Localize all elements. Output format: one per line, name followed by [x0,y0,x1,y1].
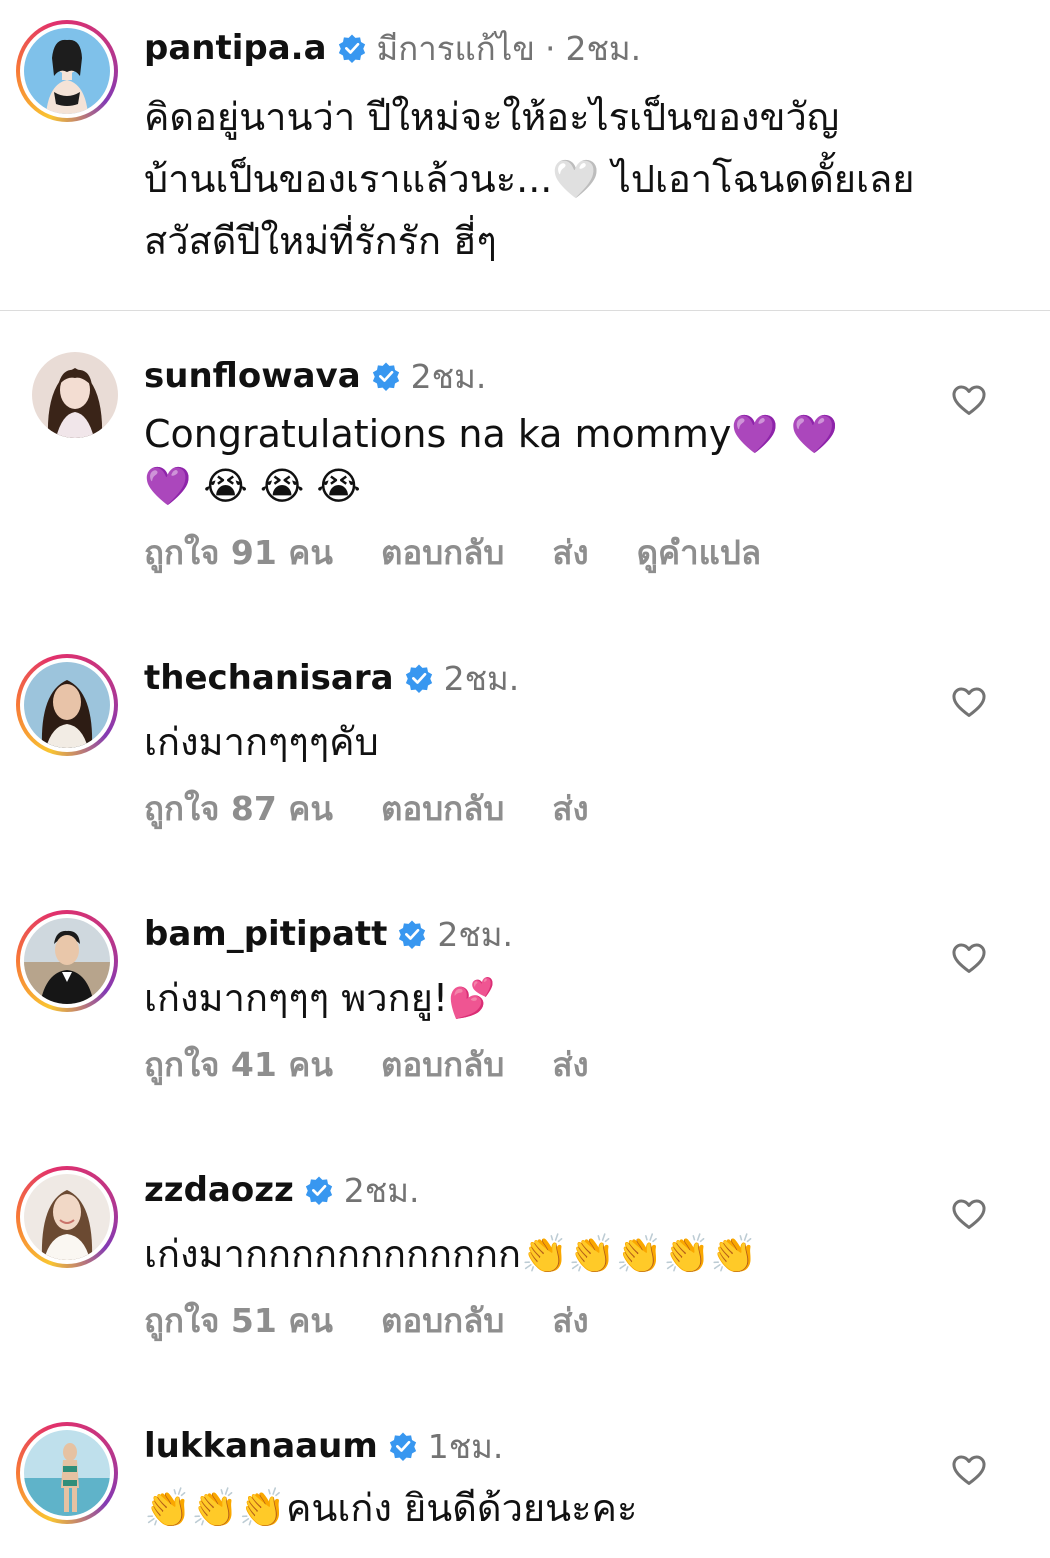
divider [0,310,1050,311]
verified-badge-icon [405,664,432,693]
comment-header: zzdaozz 2ชม. [144,1168,419,1212]
send-button[interactable]: ส่ง [552,782,588,835]
avatar[interactable] [24,662,110,748]
caption-line: คิดอยู่นานว่า ปีใหม่จะให้อะไรเป็นของขวัญ [144,95,840,139]
heart-outline-icon[interactable] [950,939,988,977]
verified-badge-icon [338,34,365,63]
meta-separator: · [544,28,556,68]
see-translation-button[interactable]: ดูคำแปล [637,526,761,579]
comment-actions: ถูกใจ 91 คน ตอบกลับ ส่ง ดูคำแปล [144,530,809,574]
avatar[interactable] [24,1430,110,1516]
heart-outline-icon[interactable] [950,1451,988,1489]
comment-header: thechanisara 2ชม. [144,656,519,700]
avatar[interactable] [24,918,110,1004]
likes-count[interactable]: ถูกใจ 91 คน [144,526,333,579]
comment-text: เก่งมากกกกกกกกกกกก👏👏👏👏👏 [144,1232,758,1276]
heart-outline-icon[interactable] [950,683,988,721]
reply-button[interactable]: ตอบกลับ [381,1294,504,1347]
caption-time: 2ชม. [565,28,642,68]
avatar-story-ring[interactable] [16,1166,118,1268]
comment-text: เก่งมากๆๆๆ พวกยู!💕 [144,976,496,1020]
likes-count[interactable]: ถูกใจ 51 คน [144,1294,333,1347]
comment-text: 👏👏👏คนเก่ง ยินดีด้วยนะคะ [144,1486,638,1530]
comment-username[interactable]: sunflowava [144,356,361,396]
avatar-story-ring[interactable] [16,1422,118,1524]
avatar[interactable] [24,28,110,114]
avatar-story-ring[interactable] [16,20,118,122]
comment-time: 1ชม. [427,1426,504,1466]
comment-username[interactable]: lukkanaaum [144,1426,378,1466]
caption-line: บ้านเป็นของเราแล้วนะ...🤍 ไปเอาโฉนดดั้ยเล… [144,157,915,201]
comment-actions: ถูกใจ 41 คน ตอบกลับ ส่ง [144,1042,637,1086]
post-caption: pantipa.a มีการแก้ไข · 2ชม. คิดอยู่นานว่… [0,0,1050,310]
caption-line: สวัสดีปีใหม่ที่รักรัก ฮี่ๆ [144,219,497,263]
avatar-story-ring[interactable] [16,654,118,756]
comment-text: Congratulations na ka mommy💜 💜 [144,412,839,456]
comment-header: sunflowava 2ชม. [144,354,486,398]
reply-button[interactable]: ตอบกลับ [381,1038,504,1091]
caption-text: คิดอยู่นานว่า ปีใหม่จะให้อะไรเป็นของขวัญ… [144,86,1024,272]
send-button[interactable]: ส่ง [552,1294,588,1347]
avatar[interactable] [24,1174,110,1260]
comment-time: 2ชม. [437,914,514,954]
comment-time: 2ชม. [410,356,487,396]
likes-count[interactable]: ถูกใจ 41 คน [144,1038,333,1091]
reply-button[interactable]: ตอบกลับ [381,782,504,835]
comment-actions: ถูกใจ 51 คน ตอบกลับ ส่ง [144,1298,637,1342]
comment-text: 💜 😭 😭 😭 [144,464,361,508]
heart-outline-icon[interactable] [950,381,988,419]
comment-actions: ถูกใจ 87 คน ตอบกลับ ส่ง [144,786,637,830]
comment-header: lukkanaaum 1ชม. [144,1424,503,1468]
verified-badge-icon [399,920,426,949]
send-button[interactable]: ส่ง [552,526,588,579]
verified-badge-icon [372,362,399,391]
comment-header: bam_pitipatt 2ชม. [144,912,513,956]
comment-time: 2ชม. [343,1170,420,1210]
avatar-story-ring[interactable] [16,910,118,1012]
reply-button[interactable]: ตอบกลับ [381,526,504,579]
comment-time: 2ชม. [443,658,520,698]
caption-header: pantipa.a มีการแก้ไข · 2ชม. [144,26,641,70]
comment-text: เก่งมากๆๆๆคับ [144,720,379,764]
send-button[interactable]: ส่ง [552,1038,588,1091]
comment-username[interactable]: bam_pitipatt [144,914,387,954]
verified-badge-icon [305,1176,332,1205]
avatar[interactable] [32,352,118,438]
comment-username[interactable]: zzdaozz [144,1170,294,1210]
comment-username[interactable]: thechanisara [144,658,394,698]
heart-outline-icon[interactable] [950,1195,988,1233]
caption-username[interactable]: pantipa.a [144,28,327,68]
edited-label: มีการแก้ไข [376,28,535,68]
likes-count[interactable]: ถูกใจ 87 คน [144,782,333,835]
verified-badge-icon [389,1432,416,1461]
